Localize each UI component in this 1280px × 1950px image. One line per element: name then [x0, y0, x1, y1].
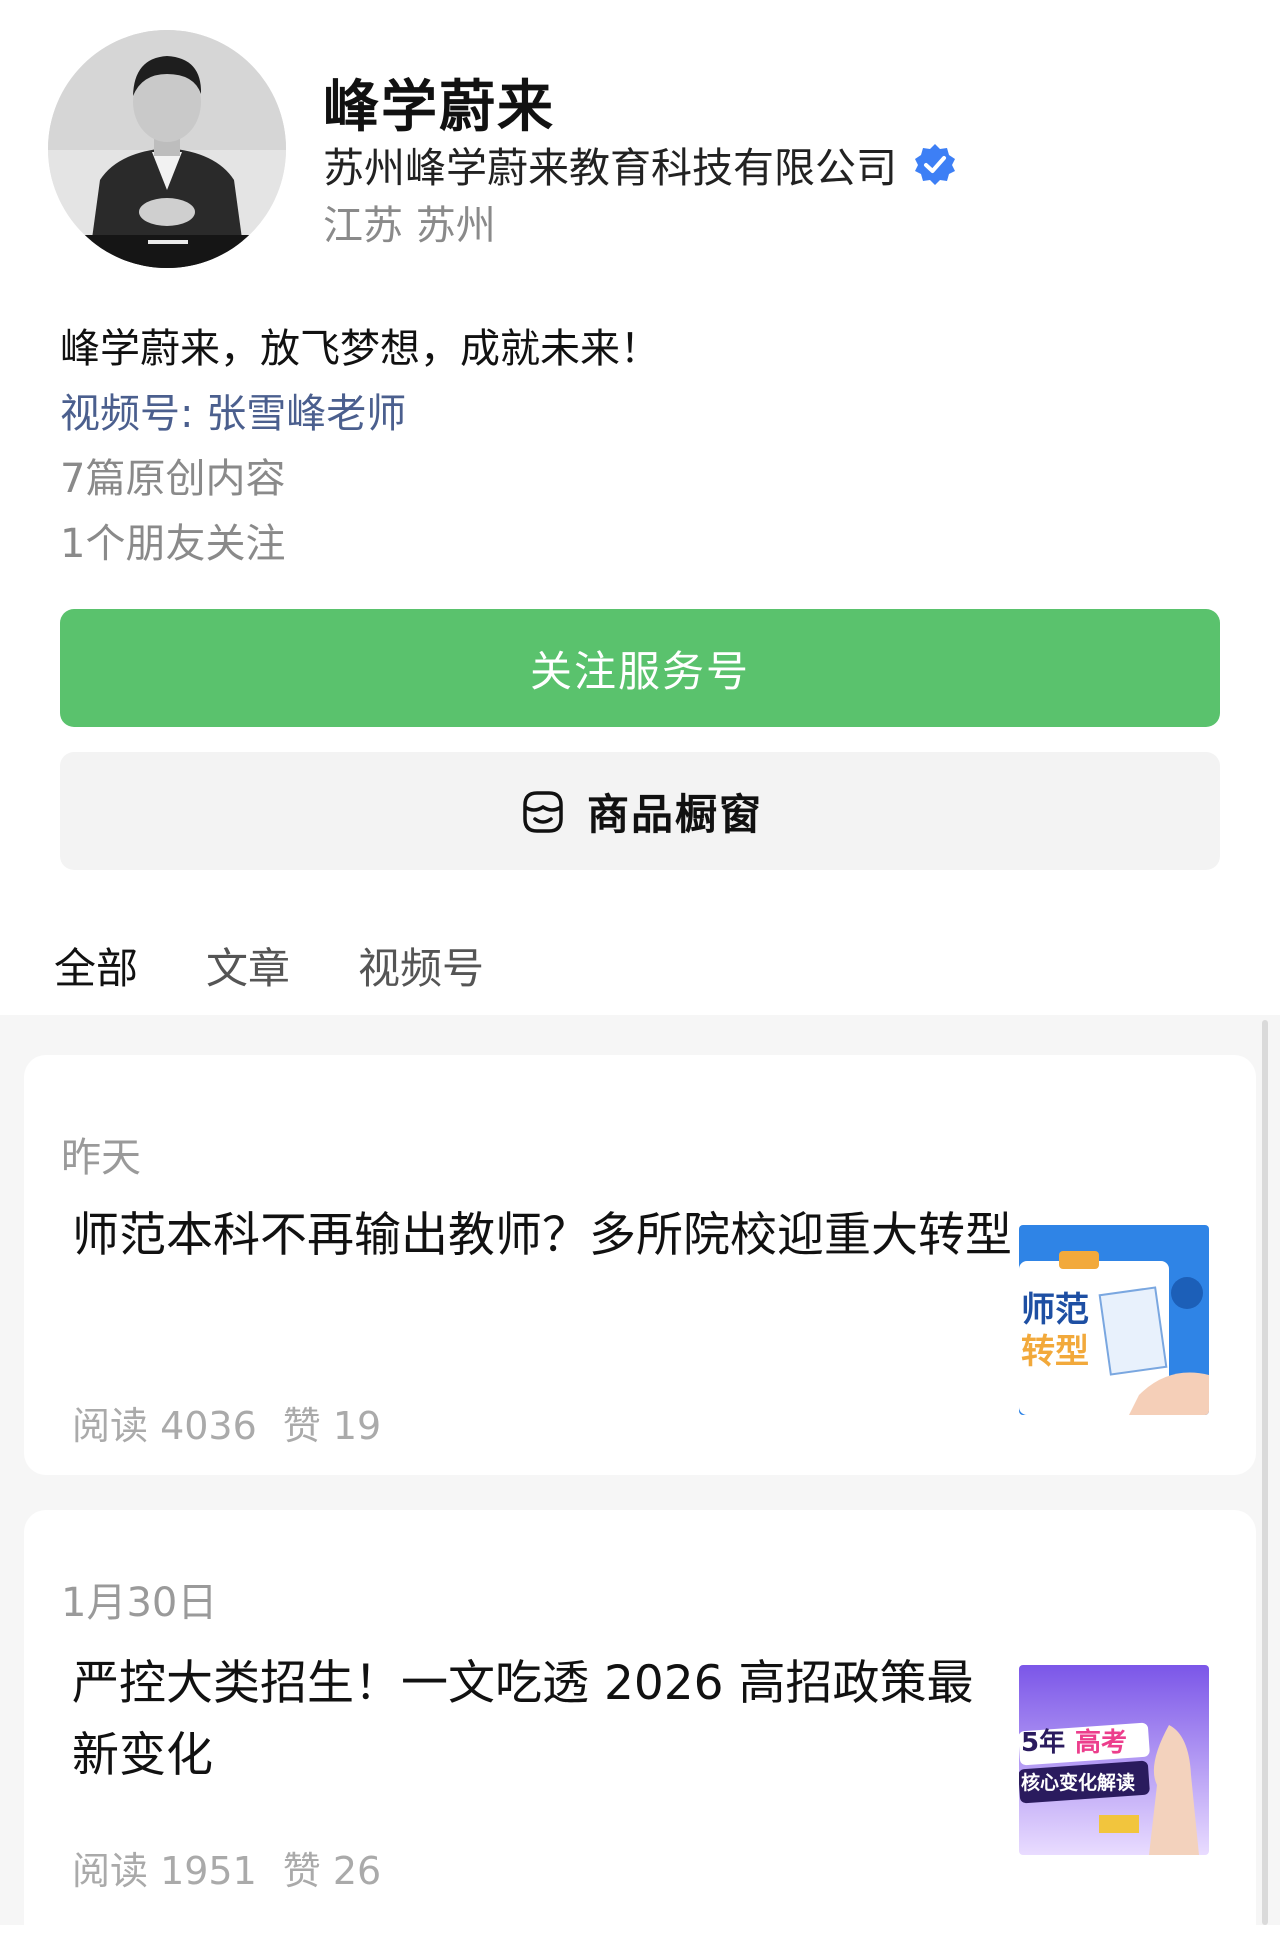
article-date: 昨天	[61, 1135, 141, 1181]
article-stats: 阅读 1951 赞 26	[72, 1840, 407, 1895]
read-count: 阅读 4036	[72, 1404, 257, 1448]
thumb-text-3: 核心变化解读	[1021, 1771, 1135, 1794]
company-name[interactable]: 苏州峰学蔚来教育科技有限公司	[323, 134, 957, 194]
company-label: 苏州峰学蔚来教育科技有限公司	[323, 144, 897, 192]
scrollbar[interactable]	[1262, 1020, 1268, 1925]
thumb-text-2: 转型	[1021, 1332, 1089, 1372]
video-channel-link[interactable]: 视频号: 张雪峰老师	[60, 381, 406, 439]
friends-following-count[interactable]: 1个朋友关注	[60, 511, 285, 569]
avatar[interactable]	[48, 30, 286, 268]
article-feed: 昨天 师范本科不再输出教师？多所院校迎重大转型 阅读 4036 赞 19 师范 转…	[0, 1015, 1280, 1950]
thumb-text-1: 师范	[1021, 1290, 1089, 1330]
avatar-photo	[48, 30, 286, 268]
profile-header: 峰学蔚来 苏州峰学蔚来教育科技有限公司 江苏 苏州 峰学蔚来，放飞梦想，成就未来…	[0, 0, 1280, 1021]
storefront-icon	[523, 791, 563, 833]
shop-window-button[interactable]: 商品橱窗	[60, 752, 1220, 870]
article-stats: 阅读 4036 赞 19	[72, 1395, 407, 1450]
shop-window-label: 商品橱窗	[586, 789, 763, 839]
verified-badge-icon	[913, 142, 957, 186]
tab-all[interactable]: 全部	[45, 935, 151, 1021]
article-thumbnail: 5年 高考 核心变化解读	[1019, 1665, 1209, 1855]
account-name: 峰学蔚来	[323, 75, 555, 140]
content-tabs: 全部 文章 视频号	[45, 935, 552, 1021]
article-card[interactable]: 1月30日 严控大类招生！一文吃透 2026 高招政策最新变化 阅读 1951 赞…	[24, 1510, 1256, 1950]
like-count: 赞 26	[282, 1849, 382, 1893]
tab-articles[interactable]: 文章	[206, 935, 290, 1011]
like-count: 赞 19	[282, 1404, 382, 1448]
article-title: 师范本科不再输出教师？多所院校迎重大转型	[72, 1208, 1012, 1263]
tab-video-channel[interactable]: 视频号	[358, 935, 484, 1011]
article-date: 1月30日	[61, 1580, 218, 1626]
thumb-text-2: 高考	[1075, 1727, 1127, 1758]
read-count: 阅读 1951	[72, 1849, 257, 1893]
region-text: 江苏 苏州	[323, 203, 496, 249]
follow-service-account-button[interactable]: 关注服务号	[60, 609, 1220, 727]
article-card[interactable]: 昨天 师范本科不再输出教师？多所院校迎重大转型 阅读 4036 赞 19 师范 转…	[24, 1055, 1256, 1475]
profile-bio: 峰学蔚来，放飞梦想，成就未来！	[60, 326, 660, 372]
article-thumbnail: 师范 转型	[1019, 1225, 1209, 1415]
article-title: 严控大类招生！一文吃透 2026 高招政策最新变化	[72, 1656, 974, 1783]
original-content-count[interactable]: 7篇原创内容	[60, 446, 285, 504]
thumb-text-1: 5年	[1021, 1727, 1065, 1758]
